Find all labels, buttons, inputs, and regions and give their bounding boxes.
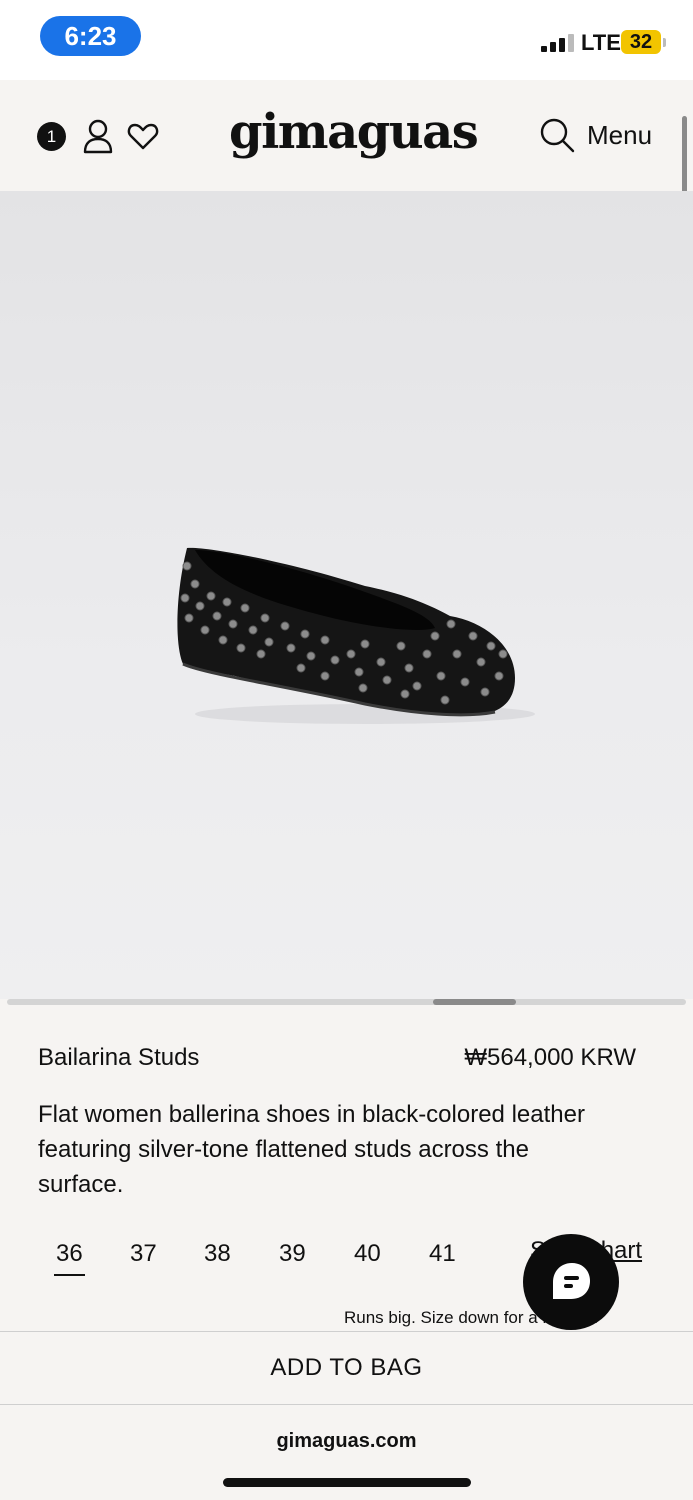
browser-url-bar: gimaguas.com	[0, 1405, 693, 1500]
site-header: 1 gimaguas Menu	[0, 80, 693, 191]
product-description: Flat women ballerina shoes in black-colo…	[38, 1101, 585, 1198]
status-bar: 6:23 LTE 32	[0, 0, 693, 80]
chat-button[interactable]	[523, 1234, 619, 1330]
signal-icon	[541, 34, 575, 52]
size-option-40[interactable]: 40	[354, 1240, 381, 1268]
heart-icon[interactable]	[127, 120, 159, 152]
user-icon[interactable]	[82, 118, 114, 154]
battery-tip	[663, 38, 666, 47]
chat-bubble-icon	[553, 1263, 590, 1299]
add-to-bag-button[interactable]: ADD TO BAG	[0, 1331, 693, 1405]
status-time: 6:23	[40, 16, 141, 56]
size-option-38[interactable]: 38	[204, 1240, 231, 1268]
image-carousel-indicator[interactable]	[433, 999, 516, 1005]
size-option-41[interactable]: 41	[429, 1240, 456, 1268]
size-option-37[interactable]: 37	[130, 1240, 157, 1268]
search-icon[interactable]	[538, 116, 576, 154]
network-label: LTE	[581, 30, 621, 55]
home-indicator[interactable]	[223, 1478, 471, 1487]
size-option-39[interactable]: 39	[279, 1240, 306, 1268]
product-image[interactable]	[0, 191, 693, 999]
size-option-36[interactable]: 36	[54, 1240, 85, 1276]
studded-ballerina-shoe-image	[177, 547, 535, 724]
image-carousel-track[interactable]	[7, 999, 686, 1005]
battery-icon: 32	[621, 30, 661, 54]
menu-button[interactable]: Menu	[587, 120, 652, 151]
product-price: ₩564,000 KRW	[464, 1044, 636, 1071]
cart-count-badge[interactable]: 1	[37, 122, 66, 151]
brand-logo[interactable]: gimaguas	[229, 104, 479, 160]
url-text[interactable]: gimaguas.com	[0, 1430, 693, 1453]
product-name: Bailarina Studs	[38, 1044, 200, 1071]
